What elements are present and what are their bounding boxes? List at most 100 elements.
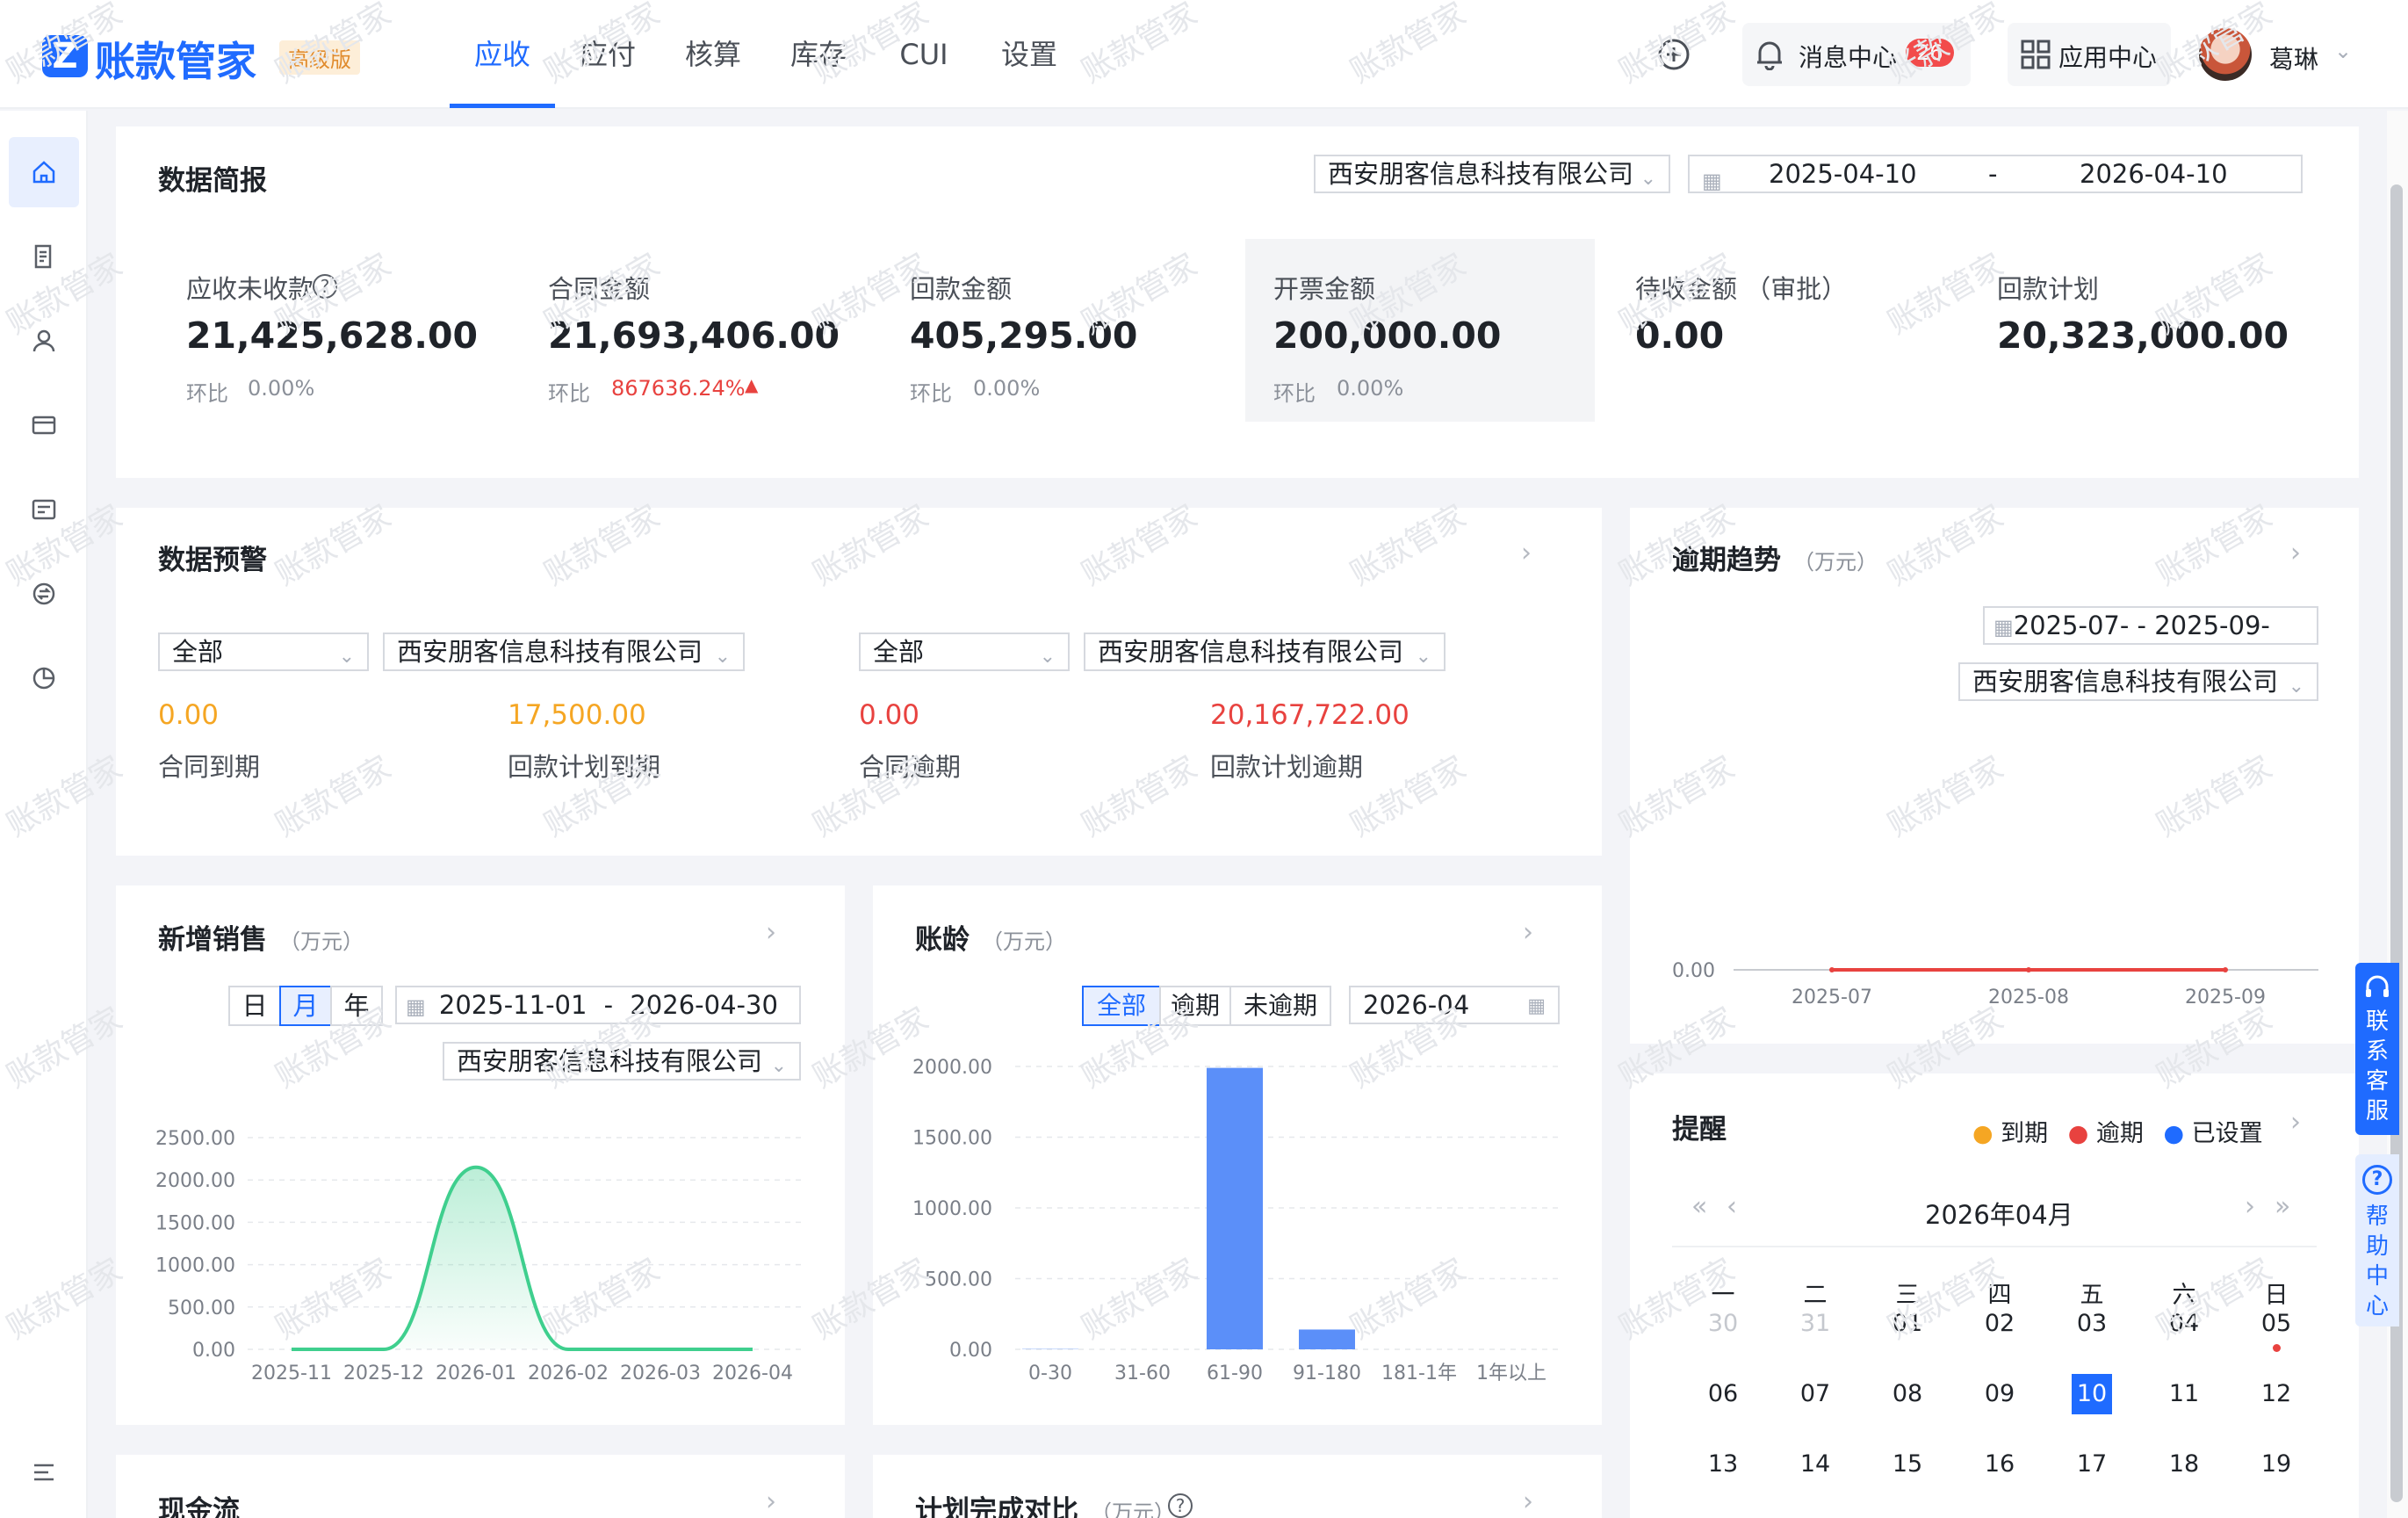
y-tick-label: 2000.00: [912, 1057, 992, 1079]
warning-label: 回款计划到期: [508, 752, 661, 782]
calendar-day[interactable]: 12: [2250, 1374, 2303, 1414]
calendar-day[interactable]: 13: [1697, 1444, 1749, 1485]
question-icon[interactable]: ?: [313, 274, 337, 299]
calendar-icon: ▦: [1702, 169, 1722, 193]
plan-compare-unit: （万元）: [1091, 1500, 1175, 1518]
chevron-right-icon[interactable]: ›: [766, 1486, 776, 1517]
calendar-day[interactable]: 01: [1881, 1304, 1934, 1344]
calendar-day[interactable]: 06: [1697, 1374, 1749, 1414]
calendar-day[interactable]: 18: [2158, 1444, 2210, 1485]
summary-date-sep: -: [1988, 159, 1998, 189]
legend-label-overdue: 逾期: [2095, 1120, 2144, 1147]
calendar-day[interactable]: 07: [1789, 1374, 1842, 1414]
add-icon[interactable]: [1656, 37, 1691, 72]
calendar-day[interactable]: 16: [1973, 1444, 2026, 1485]
calendar-day[interactable]: 11: [2158, 1374, 2210, 1414]
chevron-right-icon[interactable]: ›: [1523, 1486, 1533, 1517]
chevron-right-icon[interactable]: ›: [2245, 1191, 2255, 1222]
calendar-day[interactable]: 31: [1789, 1304, 1842, 1344]
customer-icon[interactable]: [26, 323, 61, 358]
metric-ratio-label: 环比: [1273, 381, 1316, 406]
chevron-right-icon[interactable]: ›: [1521, 538, 1532, 568]
payment-icon[interactable]: [26, 492, 61, 527]
menu-toggle-icon[interactable]: [26, 1455, 61, 1490]
metric-label: 回款金额: [910, 274, 1013, 304]
warning-filter-select-1[interactable]: 全部 ⌄: [158, 632, 369, 671]
warning-filter-value: 全部: [172, 637, 224, 667]
calendar-day[interactable]: 08: [1881, 1374, 1934, 1414]
headset-icon: [2363, 973, 2391, 1005]
message-count-badge: 26: [1906, 39, 1954, 67]
chevron-left-icon[interactable]: ‹: [1727, 1191, 1737, 1222]
calendar-day[interactable]: 10: [2072, 1374, 2112, 1414]
y-tick-label: 2500.00: [155, 1128, 235, 1150]
summary-date-start: 2025-04-10: [1769, 159, 1917, 189]
metric-invoice-amount[interactable]: 开票金额 200,000.00 环比 0.00%: [1245, 239, 1595, 422]
double-chevron-right-icon[interactable]: »: [2275, 1191, 2290, 1222]
tab-accounting[interactable]: 核算: [660, 0, 766, 109]
double-chevron-left-icon[interactable]: «: [1691, 1191, 1707, 1222]
calendar-day[interactable]: 17: [2066, 1444, 2118, 1485]
metric-ratio-label: 环比: [910, 381, 952, 406]
metric-value: 0.00: [1635, 314, 1725, 357]
calendar-day[interactable]: 02: [1973, 1304, 2026, 1344]
tab-receivable[interactable]: 应收: [450, 0, 555, 109]
avatar[interactable]: [2199, 28, 2252, 81]
active-tab-indicator: [450, 104, 555, 108]
x-tick-label: 1年以上: [1476, 1363, 1546, 1384]
metric-value: 21,425,628.00: [186, 314, 479, 357]
sidebar-item-home[interactable]: [9, 137, 79, 207]
warning-filter-select-2[interactable]: 全部 ⌄: [859, 632, 1070, 671]
tab-cui[interactable]: CUI: [871, 0, 977, 109]
tab-inventory[interactable]: 库存: [766, 0, 871, 109]
summary-company-select[interactable]: 西安朋客信息科技有限公司 ⌄: [1314, 155, 1670, 193]
x-tick-label: 2025-12: [343, 1363, 424, 1384]
summary-date-range[interactable]: ▦ 2025-04-10 - 2026-04-10: [1688, 155, 2303, 193]
calendar-day[interactable]: 09: [1973, 1374, 2026, 1414]
chevron-right-icon[interactable]: ›: [2290, 1107, 2301, 1138]
help-button[interactable]: ? 帮助中心: [2355, 1154, 2399, 1326]
support-button[interactable]: 联系客服: [2355, 963, 2399, 1135]
user-name[interactable]: 葛琳: [2269, 40, 2318, 76]
exchange-icon[interactable]: [26, 576, 61, 611]
warning-filter-value: 全部: [873, 637, 925, 667]
aging-chart: 0.00 500.00 1000.00 1500.00 2000.00 0-30 31-60…: [912, 1057, 1561, 1384]
cashflow-title: 现金流: [158, 1495, 240, 1518]
calendar-day[interactable]: 04: [2158, 1304, 2210, 1344]
invoice-icon[interactable]: [26, 408, 61, 443]
message-center-button[interactable]: 消息中心 26: [1742, 23, 1971, 86]
question-icon[interactable]: ?: [1168, 1493, 1193, 1518]
calendar-day[interactable]: 15: [1881, 1444, 1934, 1485]
contract-icon[interactable]: [26, 239, 61, 274]
y-tick-label: 500.00: [925, 1269, 992, 1291]
calendar-day[interactable]: 05: [2250, 1304, 2303, 1344]
calendar-day[interactable]: 19: [2250, 1444, 2303, 1485]
app-center-button[interactable]: 应用中心: [2008, 23, 2171, 86]
bar: [1299, 1329, 1355, 1349]
calendar-day[interactable]: 30: [1697, 1304, 1749, 1344]
tab-settings[interactable]: 设置: [977, 0, 1082, 109]
app-center-label: 应用中心: [2058, 43, 2158, 72]
warning-company-select-1[interactable]: 西安朋客信息科技有限公司 ⌄: [383, 632, 745, 671]
summary-date-end: 2026-04-10: [2080, 159, 2228, 189]
chevron-down-icon: ⌄: [1640, 168, 1656, 190]
up-arrow-icon: ▲: [745, 374, 759, 395]
home-icon: [26, 155, 61, 190]
calendar-day[interactable]: 14: [1789, 1444, 1842, 1485]
calendar-divider: [1672, 1246, 2317, 1247]
sales-chart: 0.00 500.00 1000.00 1500.00 2000.00 2500.00 20…: [155, 1128, 804, 1384]
chevron-down-icon[interactable]: ⌄: [2334, 39, 2352, 63]
warning-title: 数据预警: [158, 545, 267, 576]
warning-company-select-2[interactable]: 西安朋客信息科技有限公司 ⌄: [1084, 632, 1446, 671]
metric-value: 200,000.00: [1273, 314, 1502, 357]
warning-value: 0.00: [859, 699, 920, 731]
legend-dot-due: ●: [1972, 1120, 1993, 1147]
y-tick-label: 1000.00: [912, 1198, 992, 1220]
tab-payable[interactable]: 应付: [555, 0, 660, 109]
report-icon[interactable]: [26, 661, 61, 696]
sales-card: 新增销售 （万元） › 日 月 年 ▦ 2025-11-01 - 2026-04-…: [116, 886, 845, 1425]
calendar-day[interactable]: 03: [2066, 1304, 2118, 1344]
metric-label: 开票金额: [1273, 274, 1376, 304]
metric-label: 合同金额: [548, 274, 651, 304]
y-tick-label: 1000.00: [155, 1255, 235, 1277]
